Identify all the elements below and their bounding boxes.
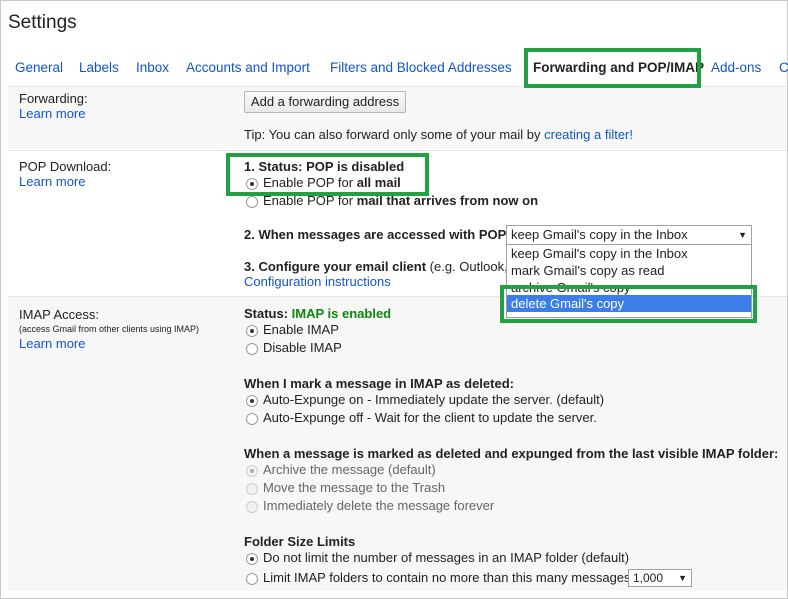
configure-bold: 3. Configure your email client	[244, 259, 427, 274]
delete-forever-radio[interactable]	[246, 501, 258, 513]
imap-learn-more-link[interactable]: Learn more	[19, 336, 85, 351]
creating-filter-link[interactable]: creating a filter!	[544, 127, 633, 142]
delete-forever-label: Immediately delete the message forever	[263, 498, 495, 513]
move-to-trash-radio[interactable]	[246, 483, 258, 495]
folder-size-heading: Folder Size Limits	[244, 534, 356, 549]
archive-message-radio[interactable]	[246, 465, 258, 477]
dropdown-option-keep[interactable]: keep Gmail's copy in the Inbox	[507, 245, 751, 262]
imap-sublabel: (access Gmail from other clients using I…	[19, 324, 200, 334]
disable-imap-radio[interactable]	[246, 343, 258, 355]
imap-status-value: IMAP is enabled	[291, 306, 392, 321]
limit-radio[interactable]	[246, 573, 258, 585]
add-forwarding-address-button[interactable]: Add a forwarding address	[244, 91, 406, 113]
auto-expunge-off-label: Auto-Expunge off - Wait for the client t…	[263, 410, 597, 425]
pop-learn-more-link[interactable]: Learn more	[19, 174, 85, 189]
dropdown-option-mark-read[interactable]: mark Gmail's copy as read	[507, 262, 751, 279]
forwarding-label: Forwarding:	[19, 91, 88, 106]
tab-general[interactable]: General	[15, 60, 63, 75]
expunged-heading: When a message is marked as deleted and …	[244, 446, 779, 461]
configuration-instructions-link[interactable]: Configuration instructions	[244, 274, 391, 289]
imap-section	[8, 297, 786, 591]
page-title: Settings	[8, 12, 77, 33]
enable-imap-label: Enable IMAP	[263, 322, 339, 337]
folder-limit-value: 1,000	[633, 571, 664, 585]
tab-more[interactable]: C	[779, 60, 788, 75]
tip-text: Tip: You can also forward only some of y…	[244, 127, 545, 142]
tab-filters-and-blocked-addresses[interactable]: Filters and Blocked Addresses	[330, 60, 512, 75]
highlight-box-tab	[524, 48, 701, 88]
imap-status: Status: IMAP is enabled	[244, 306, 391, 321]
imap-access-label: IMAP Access:	[19, 307, 99, 322]
enable-pop-new-radio[interactable]	[246, 196, 258, 208]
folder-limit-select[interactable]: 1,000 ▼	[628, 569, 692, 587]
deleted-heading: When I mark a message in IMAP as deleted…	[244, 376, 514, 391]
archive-message-label: Archive the message (default)	[263, 462, 436, 477]
highlight-box-delete-option	[500, 285, 757, 323]
pop-download-label: POP Download:	[19, 159, 112, 174]
highlight-box-pop-status	[226, 153, 429, 196]
chevron-down-icon: ▼	[678, 573, 687, 583]
auto-expunge-off-radio[interactable]	[246, 413, 258, 425]
chevron-down-icon: ▼	[738, 230, 747, 240]
auto-expunge-on-radio[interactable]	[246, 395, 258, 407]
limit-label: Limit IMAP folders to contain no more th…	[263, 570, 631, 585]
pop-action-selected: keep Gmail's copy in the Inbox	[511, 227, 688, 242]
no-limit-label: Do not limit the number of messages in a…	[263, 550, 630, 565]
configure-client-label: 3. Configure your email client (e.g. Out…	[244, 259, 508, 274]
move-to-trash-label: Move the message to the Trash	[263, 480, 446, 495]
forwarding-learn-more-link[interactable]: Learn more	[19, 106, 85, 121]
configure-rest: (e.g. Outlook,	[426, 259, 508, 274]
forwarding-tip: Tip: You can also forward only some of y…	[244, 127, 633, 142]
tab-add-ons[interactable]: Add-ons	[711, 60, 761, 75]
tab-labels[interactable]: Labels	[79, 60, 119, 75]
imap-status-prefix: Status:	[244, 306, 292, 321]
when-accessed-label: 2. When messages are accessed with POP	[244, 227, 507, 242]
auto-expunge-on-label: Auto-Expunge on - Immediately update the…	[263, 392, 605, 407]
enable-imap-radio[interactable]	[246, 325, 258, 337]
disable-imap-label: Disable IMAP	[263, 340, 342, 355]
no-limit-radio[interactable]	[246, 553, 258, 565]
pop-action-select[interactable]: keep Gmail's copy in the Inbox ▼	[506, 225, 752, 245]
tab-accounts-and-import[interactable]: Accounts and Import	[186, 60, 310, 75]
tab-inbox[interactable]: Inbox	[136, 60, 169, 75]
